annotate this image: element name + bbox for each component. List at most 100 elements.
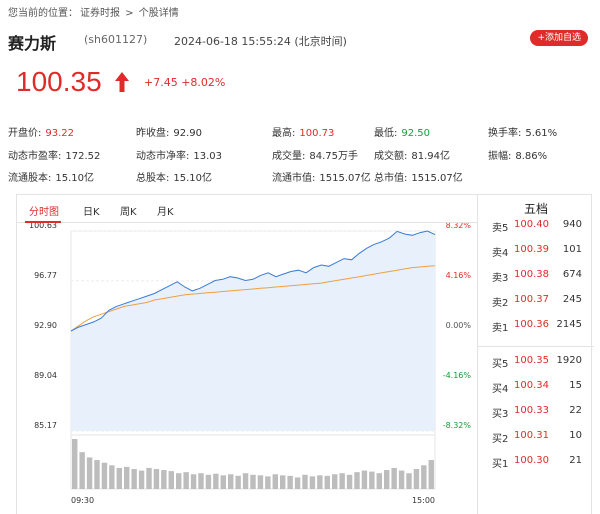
order-level-label: 卖5 <box>492 223 509 234</box>
volume-bar <box>324 475 330 489</box>
volume-bar <box>317 475 323 489</box>
volume-bar <box>309 476 316 489</box>
volume-bar <box>213 473 219 489</box>
order-book: 五档 卖5 100.40 940 卖4 100.39 101 卖3 100.38 674 卖2 10… <box>477 195 594 514</box>
sell-order-row: 卖3 100.38 674 <box>478 269 594 284</box>
volume-bar <box>339 473 345 489</box>
order-level-label: 买4 <box>492 384 509 395</box>
order-price: 100.38 <box>514 269 549 280</box>
volume-bar <box>332 474 338 489</box>
quote-label: 最低: <box>374 128 398 139</box>
volume-bar <box>190 474 197 489</box>
breadcrumb-link-sectimes[interactable]: 证券时报 <box>80 8 120 19</box>
volume-bar <box>183 472 189 489</box>
quote-item: 总股本: 15.10亿 <box>136 169 212 184</box>
order-level-label: 卖1 <box>492 323 509 334</box>
intraday-chart[interactable]: 100.63 8.32% 96.77 4.16% 92.90 0.00% 89.04 -4.1… <box>17 223 477 514</box>
quote-value: 84.75万手 <box>309 151 359 162</box>
price-row: 100.35 +7.45 +8.02% <box>16 66 576 100</box>
quote-value: 92.90 <box>173 128 203 139</box>
quote-item: 流通市值: 1515.07亿 <box>272 169 371 184</box>
volume-bar <box>138 470 145 489</box>
volume-bar <box>205 474 212 489</box>
quote-value: 100.73 <box>299 128 335 139</box>
volume-bar <box>198 473 204 489</box>
order-volume: 1920 <box>556 355 582 366</box>
quote-label: 换手率: <box>488 128 522 139</box>
tab-intraday[interactable]: 分时图 <box>29 203 59 218</box>
quote-label: 振幅: <box>488 151 512 162</box>
quote-label: 最高: <box>272 128 296 139</box>
volume-bar <box>94 460 100 489</box>
chart-panel: 分时图 日K 周K 月K 100.63 8.32% 96.77 4.16% 92.90 0… <box>16 194 594 514</box>
y-tick-label: 96.77 <box>34 271 57 280</box>
tab-daily-k[interactable]: 日K <box>83 203 100 218</box>
quote-value: 13.03 <box>193 151 223 162</box>
quote-label: 成交额: <box>374 151 408 162</box>
quote-item: 最高: 100.73 <box>272 124 334 139</box>
volume-bar <box>406 473 412 489</box>
order-volume: 21 <box>569 455 582 466</box>
quote-value: 15.10亿 <box>55 173 95 184</box>
breadcrumb-sep: > <box>125 8 134 19</box>
quote-item: 动态市盈率: 172.52 <box>8 147 100 162</box>
order-volume: 101 <box>562 244 582 255</box>
volume-bar <box>384 470 390 489</box>
buy-order-row: 买4 100.34 15 <box>478 380 594 395</box>
sell-order-row: 卖4 100.39 101 <box>478 244 594 259</box>
quote-label: 动态市盈率: <box>8 151 62 162</box>
tab-monthly-k[interactable]: 月K <box>157 203 174 218</box>
stock-timestamp: 2024-06-18 15:55:24 (北京时间) <box>174 35 347 48</box>
buy-order-row: 买1 100.30 21 <box>478 455 594 470</box>
order-volume: 10 <box>569 430 582 441</box>
quote-value: 8.86% <box>515 151 548 162</box>
tab-weekly-k[interactable]: 周K <box>120 203 137 218</box>
order-price: 100.35 <box>514 355 549 366</box>
order-level-label: 买2 <box>492 434 509 445</box>
order-volume: 940 <box>562 219 582 230</box>
volume-bar <box>235 475 241 489</box>
volume-bar <box>287 475 293 489</box>
volume-bar <box>280 475 286 489</box>
order-level-label: 卖3 <box>492 273 509 284</box>
order-book-title: 五档 <box>523 202 548 216</box>
volume-bar <box>101 462 108 489</box>
quote-value: 93.22 <box>45 128 75 139</box>
quote-label: 开盘价: <box>8 128 42 139</box>
pct-tick-label: 0.00% <box>446 321 472 330</box>
order-level-label: 买5 <box>492 359 509 370</box>
price-change: +7.45 +8.02% <box>144 76 226 89</box>
volume-bar <box>428 460 434 489</box>
quote-value: 1515.07亿 <box>319 173 371 184</box>
volume-bar <box>116 467 122 489</box>
volume-bar <box>86 457 93 489</box>
order-volume: 2145 <box>556 319 582 330</box>
volume-bar <box>421 465 427 489</box>
order-level-label: 买3 <box>492 409 509 420</box>
breadcrumb-link-detail[interactable]: 个股详情 <box>139 8 179 19</box>
sell-order-row: 卖2 100.37 245 <box>478 294 594 309</box>
volume-bar <box>250 474 256 489</box>
buy-order-row: 买3 100.33 22 <box>478 405 594 420</box>
order-level-label: 买1 <box>492 459 509 470</box>
volume-bar <box>302 474 308 489</box>
add-watchlist-button[interactable]: +添加自选 <box>530 30 588 46</box>
volume-bar <box>228 474 234 489</box>
quote-value: 5.61% <box>525 128 558 139</box>
pct-tick-label: -8.32% <box>443 421 472 430</box>
volume-bar <box>131 469 137 489</box>
order-price: 100.36 <box>514 319 549 330</box>
order-level-label: 卖4 <box>492 248 509 259</box>
sell-order-row: 卖5 100.40 940 <box>478 219 594 234</box>
breadcrumb: 您当前的位置： 证券时报 > 个股详情 <box>8 4 181 19</box>
volume-bar <box>220 475 226 489</box>
quote-value: 81.94亿 <box>411 151 451 162</box>
y-tick-label: 89.04 <box>34 371 57 380</box>
quote-item: 昨收盘: 92.90 <box>136 124 202 139</box>
volume-bar <box>272 474 278 489</box>
x-tick-label: 15:00 <box>412 496 435 505</box>
volume-bar <box>413 469 420 489</box>
quote-item: 成交量: 84.75万手 <box>272 147 358 162</box>
chart-tabs: 分时图 日K 周K 月K <box>17 195 477 223</box>
volume-bar <box>346 474 353 489</box>
